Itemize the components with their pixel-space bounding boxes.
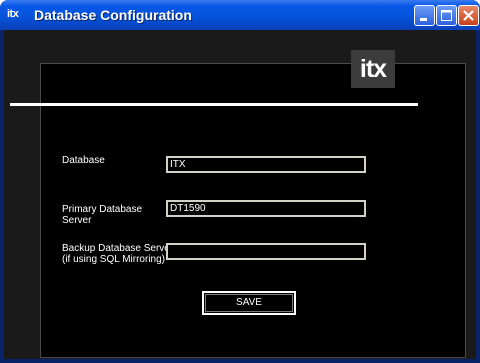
backup-database-server-label: Backup Database Server (if using SQL Mir…: [62, 243, 174, 265]
close-icon: [463, 10, 474, 21]
maximize-icon: [441, 10, 452, 21]
itx-logo: itx: [351, 50, 395, 88]
minimize-button[interactable]: [414, 5, 435, 26]
app-icon: itx: [7, 8, 19, 20]
close-button[interactable]: [458, 5, 479, 26]
primary-database-server-label: Primary Database Server: [62, 204, 143, 226]
window-title: Database Configuration: [34, 7, 192, 23]
save-button[interactable]: SAVE: [202, 291, 296, 315]
divider: [10, 103, 418, 106]
database-field[interactable]: ITX: [166, 156, 366, 173]
database-configuration-window: itx Database Configuration itx Database …: [0, 0, 480, 363]
minimize-icon: [420, 18, 427, 21]
primary-database-server-field[interactable]: DT1590: [166, 200, 366, 217]
database-label: Database: [62, 155, 105, 166]
backup-database-server-field[interactable]: [166, 243, 366, 260]
title-bar[interactable]: itx Database Configuration: [0, 0, 480, 30]
maximize-button[interactable]: [436, 5, 457, 26]
